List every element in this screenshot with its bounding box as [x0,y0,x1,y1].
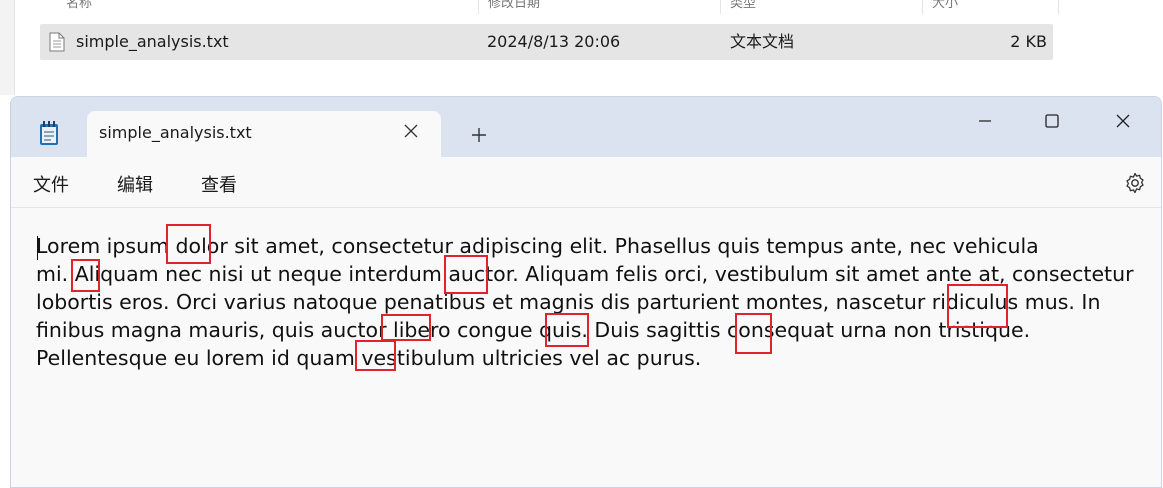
maximize-icon[interactable] [1042,111,1062,131]
menu-file[interactable]: 文件 [33,171,69,197]
highlight-box [166,224,211,264]
column-separator[interactable] [720,0,721,14]
explorer-nav-pane [0,0,15,95]
tab-title: simple_analysis.txt [99,123,252,142]
highlight-box [381,314,431,341]
text-line: Pellentesque eu lorem id quam vestibulum… [36,346,702,370]
notepad-app-icon [40,121,58,145]
column-type[interactable]: 类型 [730,0,756,11]
file-modified: 2024/8/13 20:06 [487,32,621,51]
column-separator[interactable] [1058,0,1059,14]
highlight-box [71,259,100,292]
column-separator[interactable] [478,0,479,14]
title-bar[interactable]: simple_analysis.txt [11,97,1161,157]
column-modified[interactable]: 修改日期 [488,0,540,11]
column-name[interactable]: 名称 [66,0,92,11]
highlight-box [444,255,488,294]
text-editor[interactable]: Lorem ipsum dolor sit amet, consectetur … [11,208,1161,487]
file-explorer: 名称 修改日期 类型 大小 simple_analysis.txt 2024/8… [0,0,1163,95]
menu-edit[interactable]: 编辑 [117,171,153,197]
text-file-icon [49,32,65,52]
highlight-box [735,313,772,354]
new-tab-plus-icon[interactable] [469,125,489,145]
file-row[interactable]: simple_analysis.txt 2024/8/13 20:06 文本文档… [40,24,1053,60]
settings-gear-icon[interactable] [1123,171,1147,195]
file-size: 2 KB [1010,32,1047,51]
column-header: 名称 修改日期 类型 大小 [40,0,1060,14]
column-size[interactable]: 大小 [932,0,958,11]
notepad-window: simple_analysis.txt 文件 编辑 查看 Lorem ipsum… [10,96,1162,488]
file-type: 文本文档 [730,32,795,51]
menu-bar: 文件 编辑 查看 [11,157,1161,208]
menu-view[interactable]: 查看 [201,171,237,197]
minimize-icon[interactable] [975,111,995,131]
close-icon[interactable] [403,123,419,139]
tab-simple-analysis[interactable]: simple_analysis.txt [87,111,441,157]
file-name: simple_analysis.txt [76,32,229,51]
column-separator[interactable] [922,0,923,14]
highlight-box [355,340,396,371]
highlight-box [545,313,589,347]
window-close-icon[interactable] [1113,111,1133,131]
highlight-box [947,284,1008,328]
